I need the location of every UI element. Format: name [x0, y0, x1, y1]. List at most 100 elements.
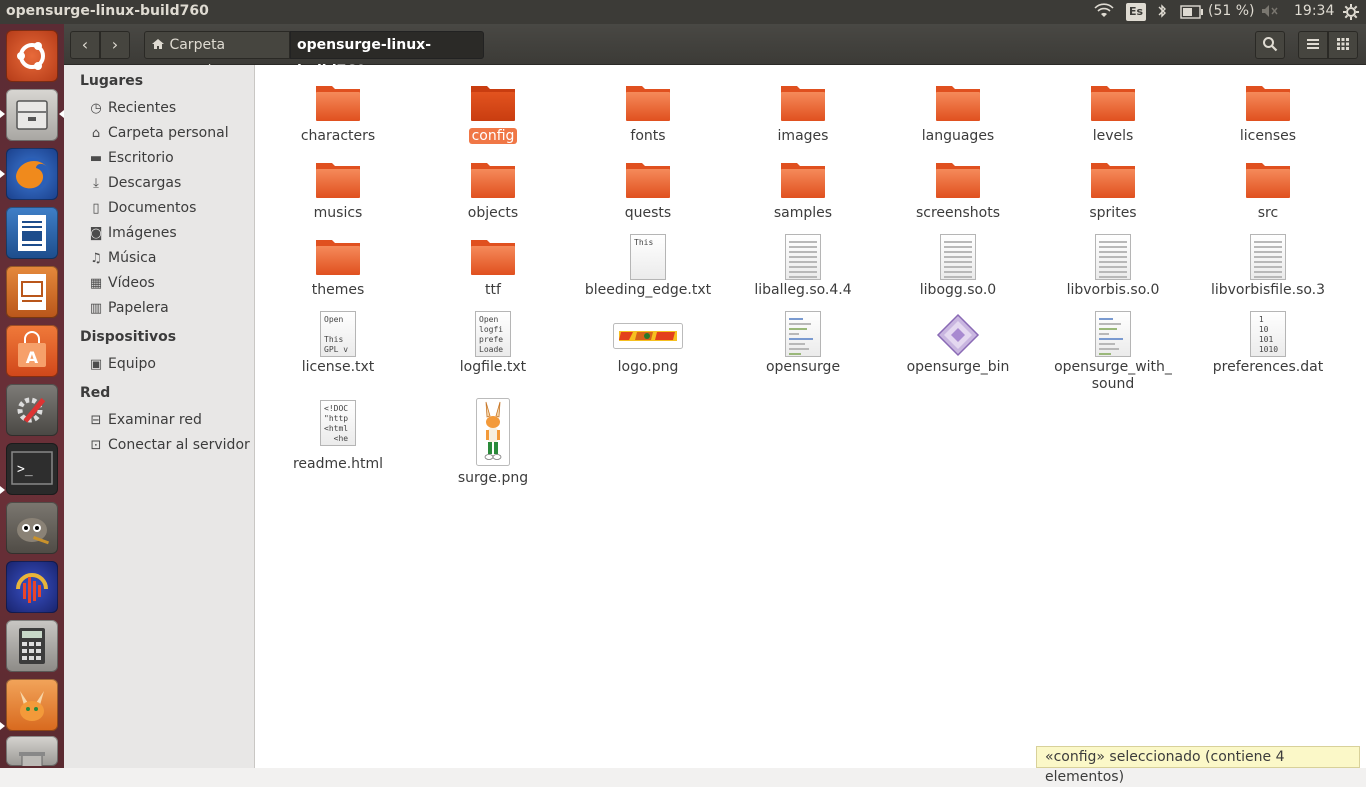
clock[interactable]: 19:34 [1294, 3, 1334, 19]
search-button[interactable] [1255, 31, 1285, 59]
file-name: src [1257, 205, 1279, 221]
file-item[interactable]: surge.png [423, 398, 563, 486]
file-item[interactable]: logo.png [578, 311, 718, 375]
folder-icon [779, 80, 827, 128]
file-item[interactable]: characters [268, 80, 408, 144]
file-item[interactable]: sprites [1043, 157, 1183, 221]
sidebar-item-home[interactable]: ⌂ Carpeta personal [88, 122, 229, 144]
file-item[interactable]: themes [268, 234, 408, 298]
calculator-icon[interactable] [6, 620, 58, 672]
trash-icon: ▥ [89, 301, 103, 316]
sidebar-item-desktop[interactable]: ▬ Escritorio [88, 147, 174, 169]
file-name: license.txt [301, 359, 375, 375]
trash-launcher-icon[interactable] [6, 736, 58, 766]
text-file-icon: Open logfi prefe Loade [469, 311, 517, 359]
battery-icon[interactable] [1180, 5, 1204, 23]
folder-icon [469, 80, 517, 128]
file-item[interactable]: opensurge [733, 311, 873, 375]
file-name: logo.png [617, 359, 679, 375]
gimp-icon[interactable] [6, 502, 58, 554]
download-icon: ⤓ [93, 176, 99, 191]
keyboard-layout-indicator[interactable]: Es [1126, 3, 1146, 21]
folder-icon [314, 80, 362, 128]
sidebar-item-downloads[interactable]: ⤓ Descargas [88, 172, 181, 194]
file-item[interactable]: fonts [578, 80, 718, 144]
running-indicator [0, 486, 5, 494]
file-name: opensurge_bin [906, 359, 1010, 375]
file-item[interactable]: samples [733, 157, 873, 221]
file-name: objects [467, 205, 519, 221]
sidebar-item-videos[interactable]: ▦ Vídeos [88, 272, 155, 294]
file-name: themes [311, 282, 365, 298]
file-item[interactable]: src [1198, 157, 1338, 221]
back-button[interactable]: ‹ [70, 31, 100, 59]
running-indicator [0, 170, 5, 178]
file-item[interactable]: screenshots [888, 157, 1028, 221]
files-app-icon[interactable] [6, 89, 58, 141]
system-settings-icon[interactable] [6, 384, 58, 436]
file-item[interactable]: 1 10 101 1010 preferences.dat [1198, 311, 1338, 375]
file-name: surge.png [457, 470, 529, 486]
file-item[interactable]: libogg.so.0 [888, 234, 1028, 298]
wifi-icon[interactable] [1094, 3, 1114, 23]
ubuntu-dash-icon[interactable] [6, 30, 58, 82]
libreoffice-impress-icon[interactable] [6, 266, 58, 318]
sidebar-item-label: Papelera [108, 300, 169, 316]
file-item[interactable]: libvorbisfile.so.3 [1198, 234, 1338, 298]
file-item[interactable]: levels [1043, 80, 1183, 144]
window-title: opensurge-linux-build760 [6, 3, 209, 19]
running-indicator [0, 110, 5, 118]
sidebar-section-devices: Dispositivos [80, 329, 177, 345]
file-item[interactable]: images [733, 80, 873, 144]
file-item[interactable]: objects [423, 157, 563, 221]
view-mode-button[interactable] [1328, 31, 1358, 59]
file-name: opensurge [765, 359, 841, 375]
breadcrumb-home[interactable]: Carpeta personal [144, 31, 290, 79]
sidebar-item-documents[interactable]: ▯ Documentos [88, 197, 196, 219]
sidebar-item-trash[interactable]: ▥ Papelera [88, 297, 169, 319]
library-file-icon [779, 234, 827, 282]
library-file-icon [1244, 234, 1292, 282]
file-item[interactable]: <!DOC "http <html <he readme.html [268, 400, 408, 472]
breadcrumb-current[interactable]: opensurge-linux-build760 [290, 31, 484, 79]
clock-icon: ◷ [90, 101, 102, 116]
folder-icon [624, 80, 672, 128]
volume-muted-icon[interactable] [1260, 3, 1280, 23]
firefox-icon[interactable] [6, 148, 58, 200]
software-center-icon[interactable]: A [6, 325, 58, 377]
file-item[interactable]: musics [268, 157, 408, 221]
sidebar-item-recent[interactable]: ◷ Recientes [88, 97, 176, 119]
libreoffice-writer-icon[interactable] [6, 207, 58, 259]
terminal-icon[interactable]: >_ [6, 443, 58, 495]
folder-icon [1244, 157, 1292, 205]
file-item[interactable]: quests [578, 157, 718, 221]
selected-file-name: config [468, 128, 518, 144]
top-panel: opensurge-linux-build760 Es (51 %) 19:34 [0, 0, 1366, 24]
sidebar-item-connect-server[interactable]: ⊡ Conectar al servidor [88, 434, 250, 456]
sidebar-item-browse-network[interactable]: ⊟ Examinar red [88, 409, 202, 431]
file-view[interactable]: characters config fonts images languages leve… [255, 65, 1366, 768]
file-item[interactable]: This bleeding_edge.txt [578, 234, 718, 298]
file-item[interactable]: languages [888, 80, 1028, 144]
file-item[interactable]: ttf [423, 234, 563, 298]
sidebar-item-music[interactable]: ♫ Música [88, 247, 156, 269]
sidebar-item-pictures[interactable]: ◙ Imágenes [88, 222, 177, 244]
opensurge-icon[interactable] [6, 679, 58, 731]
forward-button[interactable]: › [100, 31, 130, 59]
file-item[interactable]: licenses [1198, 80, 1338, 144]
menu-button[interactable] [1298, 31, 1328, 59]
file-item[interactable]: libvorbis.so.0 [1043, 234, 1183, 298]
file-item[interactable]: opensurge_bin [888, 311, 1028, 375]
file-item[interactable]: opensurge_with_ sound [1043, 311, 1183, 392]
image-file-icon [469, 398, 517, 466]
file-item[interactable]: Open logfi prefe Loade logfile.txt [423, 311, 563, 375]
gear-icon[interactable] [1342, 3, 1360, 25]
file-item[interactable]: Open This GPL v license.txt [268, 311, 408, 375]
sidebar-item-computer[interactable]: ▣ Equipo [88, 353, 156, 375]
audacity-icon[interactable] [6, 561, 58, 613]
file-item[interactable]: config [423, 80, 563, 144]
bluetooth-icon[interactable] [1157, 3, 1167, 23]
folder-icon [314, 157, 362, 205]
file-item[interactable]: liballeg.so.4.4 [733, 234, 873, 298]
battery-percent: (51 %) [1208, 3, 1255, 19]
